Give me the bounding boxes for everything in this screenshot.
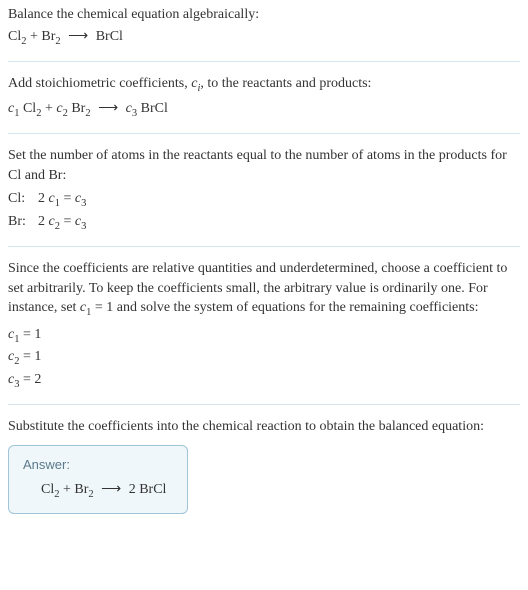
step-5: Substitute the coefficients into the che… [8, 417, 520, 525]
coefficient-value: c1 = 1 [8, 325, 520, 347]
step-2-equation: c1 Cl2 + c2 Br2 ⟶ c3 BrCl [8, 99, 520, 121]
step-1-equation: Cl2 + Br2 ⟶ BrCl [8, 27, 520, 49]
answer-label: Answer: [23, 456, 173, 474]
coefficient-value: c3 = 2 [8, 370, 520, 392]
step-1: Balance the chemical equation algebraica… [8, 5, 520, 62]
element-equations: Cl: 2 c1 = c3 Br: 2 c2 = c3 [8, 189, 520, 234]
step-3: Set the number of atoms in the reactants… [8, 146, 520, 247]
step-1-text: Balance the chemical equation algebraica… [8, 5, 520, 25]
element-expr: 2 c1 = c3 [38, 189, 86, 211]
element-expr: 2 c2 = c3 [38, 212, 86, 234]
step-5-text: Substitute the coefficients into the che… [8, 417, 520, 437]
coefficient-value: c2 = 1 [8, 347, 520, 369]
answer-equation: Cl2 + Br2 ⟶ 2 BrCl [23, 480, 173, 502]
coefficient-list: c1 = 1 c2 = 1 c3 = 2 [8, 325, 520, 392]
step-2-text: Add stoichiometric coefficients, ci, to … [8, 74, 520, 96]
step-4-text: Since the coefficients are relative quan… [8, 259, 520, 321]
element-row: Cl: 2 c1 = c3 [8, 189, 520, 211]
step-4: Since the coefficients are relative quan… [8, 259, 520, 405]
element-label: Cl: [8, 189, 30, 211]
answer-box: Answer: Cl2 + Br2 ⟶ 2 BrCl [8, 445, 188, 514]
step-2: Add stoichiometric coefficients, ci, to … [8, 74, 520, 134]
element-row: Br: 2 c2 = c3 [8, 212, 520, 234]
step-3-text: Set the number of atoms in the reactants… [8, 146, 520, 185]
element-label: Br: [8, 212, 30, 234]
